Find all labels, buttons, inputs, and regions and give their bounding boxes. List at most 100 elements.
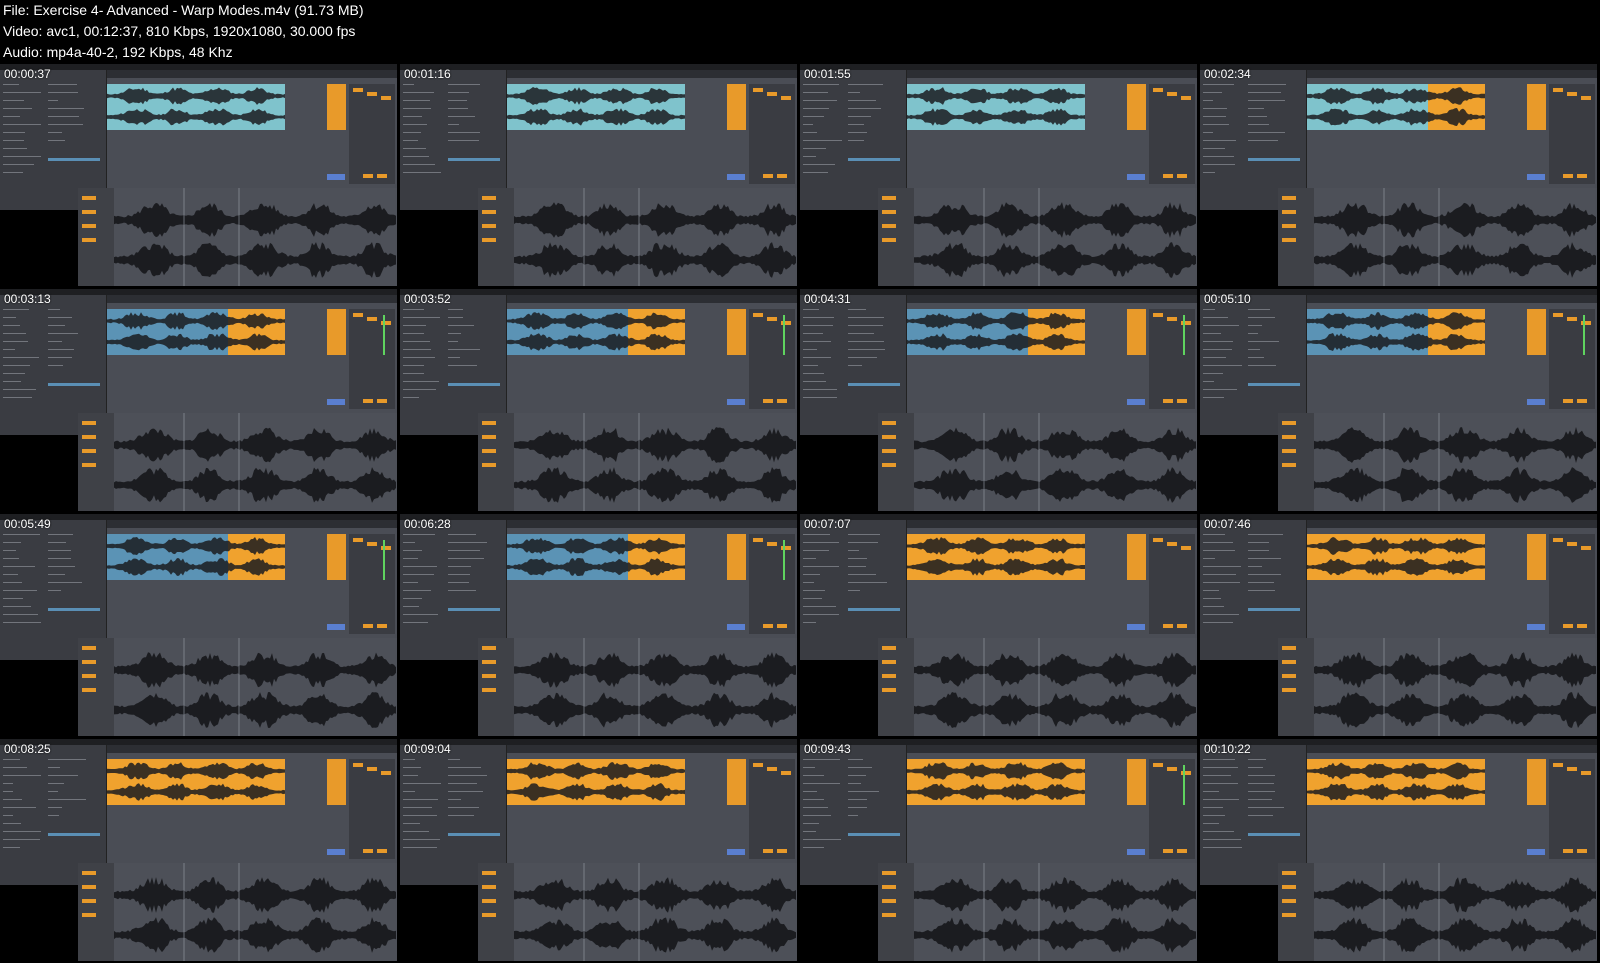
browser-item[interactable]: [848, 116, 871, 117]
browser-item[interactable]: [48, 759, 86, 760]
browser-item[interactable]: [448, 116, 475, 117]
browser-item[interactable]: [848, 325, 883, 326]
browser-item[interactable]: [448, 574, 470, 575]
browser-item[interactable]: [3, 574, 18, 575]
browser-item[interactable]: [803, 839, 841, 840]
mode-button[interactable]: [777, 849, 787, 853]
track-button[interactable]: [381, 96, 391, 100]
browser-item[interactable]: [3, 325, 20, 326]
mode-button[interactable]: [1163, 399, 1173, 403]
browser-item[interactable]: [1203, 823, 1219, 824]
browser-item[interactable]: [848, 582, 887, 583]
browser-item[interactable]: [1248, 534, 1283, 535]
mode-button[interactable]: [1577, 624, 1587, 628]
mode-button[interactable]: [363, 624, 373, 628]
browser-item[interactable]: [803, 333, 823, 334]
clip-property-control[interactable]: [82, 435, 96, 439]
browser-item[interactable]: [403, 574, 434, 575]
browser-item[interactable]: [1248, 775, 1275, 776]
timeline-ruler[interactable]: [507, 520, 797, 528]
browser-item[interactable]: [803, 100, 837, 101]
sample-editor[interactable]: [114, 638, 397, 736]
mode-button[interactable]: [777, 174, 787, 178]
mode-button[interactable]: [777, 399, 787, 403]
browser-item[interactable]: [3, 317, 16, 318]
browser-item[interactable]: [3, 397, 32, 398]
clip-property-control[interactable]: [482, 421, 496, 425]
browser-item[interactable]: [803, 309, 819, 310]
audio-clip[interactable]: [907, 759, 1085, 805]
clip-property-control[interactable]: [482, 449, 496, 453]
browser-item[interactable]: [848, 84, 883, 85]
track-button[interactable]: [1581, 546, 1591, 550]
browser-item[interactable]: [48, 582, 82, 583]
browser-item[interactable]: [3, 622, 41, 623]
browser-item[interactable]: [448, 534, 476, 535]
clip-property-control[interactable]: [82, 421, 96, 425]
launch-button[interactable]: [1127, 849, 1145, 855]
browser-item[interactable]: [1248, 759, 1266, 760]
browser-item[interactable]: [1203, 325, 1239, 326]
mode-button[interactable]: [1177, 624, 1187, 628]
browser-item[interactable]: [48, 807, 62, 808]
browser-item[interactable]: [448, 815, 474, 816]
mode-button[interactable]: [1563, 849, 1573, 853]
browser-item[interactable]: [3, 341, 28, 342]
audio-clip[interactable]: [1307, 759, 1485, 805]
browser-item[interactable]: [403, 534, 435, 535]
clip-property-control[interactable]: [482, 210, 496, 214]
audio-clip[interactable]: [107, 309, 285, 355]
clip-property-control[interactable]: [482, 674, 496, 678]
browser-item[interactable]: [448, 791, 483, 792]
clip-property-control[interactable]: [1282, 238, 1296, 242]
browser-item[interactable]: [448, 759, 460, 760]
browser-item[interactable]: [3, 542, 21, 543]
browser-item[interactable]: [1203, 100, 1213, 101]
session-clip[interactable]: [1127, 759, 1146, 805]
browser-item[interactable]: [803, 807, 828, 808]
browser-item[interactable]: [48, 365, 63, 366]
audio-clip[interactable]: [107, 759, 285, 805]
timeline-ruler[interactable]: [907, 520, 1197, 528]
browser-item[interactable]: [1203, 807, 1223, 808]
clip-property-control[interactable]: [1282, 449, 1296, 453]
browser-item[interactable]: [3, 590, 37, 591]
browser-item[interactable]: [3, 100, 24, 101]
browser-item[interactable]: [1203, 148, 1225, 149]
mode-button[interactable]: [1177, 849, 1187, 853]
audio-clip[interactable]: [907, 534, 1085, 580]
browser-item[interactable]: [403, 807, 432, 808]
browser-item[interactable]: [1203, 373, 1223, 374]
browser-item[interactable]: [803, 775, 824, 776]
browser-item[interactable]: [403, 124, 427, 125]
browser-item[interactable]: [1203, 783, 1238, 784]
clip-property-control[interactable]: [82, 449, 96, 453]
browser-item[interactable]: [448, 542, 487, 543]
browser-item[interactable]: [1203, 333, 1221, 334]
browser-item[interactable]: [1248, 132, 1285, 133]
browser-selected-item[interactable]: [48, 383, 100, 386]
clip-property-control[interactable]: [1282, 421, 1296, 425]
clip-property-control[interactable]: [482, 196, 496, 200]
track-button[interactable]: [781, 771, 791, 775]
session-clip[interactable]: [1527, 84, 1546, 130]
browser-item[interactable]: [48, 140, 65, 141]
browser-item[interactable]: [848, 566, 866, 567]
browser-item[interactable]: [1203, 172, 1215, 173]
browser-item[interactable]: [803, 614, 839, 615]
mode-button[interactable]: [1577, 849, 1587, 853]
browser-item[interactable]: [1203, 84, 1234, 85]
browser-item[interactable]: [848, 767, 872, 768]
sample-editor[interactable]: [914, 863, 1197, 961]
launch-button[interactable]: [1527, 849, 1545, 855]
browser-item[interactable]: [803, 397, 837, 398]
browser-selected-item[interactable]: [448, 158, 500, 161]
browser-item[interactable]: [803, 92, 828, 93]
clip-property-control[interactable]: [882, 885, 896, 889]
browser-item[interactable]: [403, 100, 430, 101]
launch-button[interactable]: [727, 174, 745, 180]
browser-selected-item[interactable]: [48, 608, 100, 611]
browser-item[interactable]: [803, 365, 818, 366]
browser-item[interactable]: [403, 614, 438, 615]
browser-item[interactable]: [48, 317, 72, 318]
